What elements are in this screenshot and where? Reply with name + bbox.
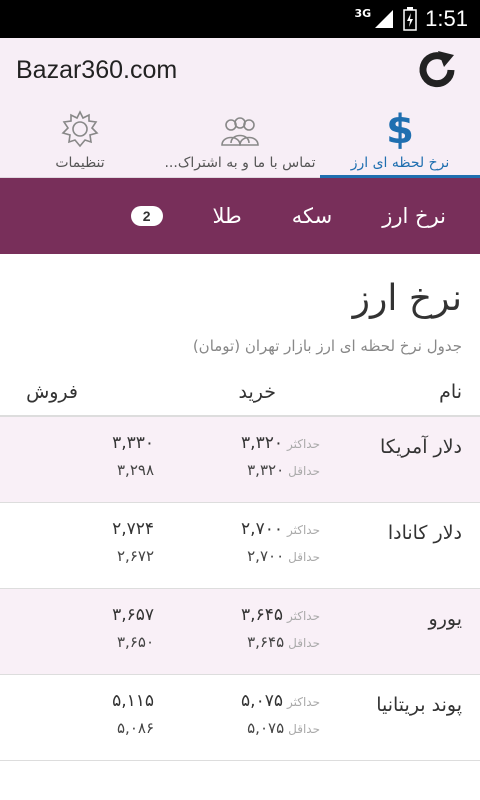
header-name: نام [439,381,462,403]
sell-cell: ۵,۱۱۵ ۵,۰۸۶ [0,675,190,760]
header-buy: خرید [238,381,277,403]
buy-max: ۳,۳۲۰ [241,433,283,453]
sell-cell: ۳,۳۳۰ ۳,۲۹۸ [0,417,190,502]
sell-cell: ۳,۶۵۷ ۳,۶۵۰ [0,589,190,674]
buy-cell: حداکثر ۳,۶۴۵ حداقل ۳,۶۴۵ [190,589,320,674]
min-label: حداقل [288,722,320,736]
min-label: حداقل [288,464,320,478]
sell-max: ۳,۳۳۰ [112,433,154,453]
max-label: حداکثر [286,695,320,709]
buy-cell: حداکثر ۵,۰۷۵ حداقل ۵,۰۷۵ [190,675,370,760]
tab-label: تنظیمات [55,155,105,171]
sell-max: ۵,۱۱۵ [112,691,154,711]
sell-min: ۳,۶۵۰ [117,633,154,651]
min-label: حداقل [288,550,320,564]
sell-max: ۳,۶۵۷ [112,605,154,625]
rates-table: دلار آمریکا حداکثر ۳,۳۲۰ حداقل ۳,۳۲۰ ۳,۳۳۰… [0,417,480,761]
count-badge: 2 [130,206,163,226]
page-title: نرخ ارز [352,278,462,319]
table-row[interactable]: یورو حداکثر ۳,۶۴۵ حداقل ۳,۶۴۵ ۳,۶۵۷ ۳,۶۵۰ [0,589,480,675]
refresh-icon[interactable] [416,49,458,91]
category-coin[interactable]: سکه [292,204,332,228]
people-icon [221,117,259,146]
min-label: حداقل [288,636,320,650]
category-bar: نرخ ارز سکه طلا 2 [0,178,480,254]
max-label: حداکثر [286,437,320,451]
buy-min: ۵,۰۷۵ [247,719,285,737]
app-bar: Bazar360.com [0,38,480,102]
dollar-icon: $ [386,107,414,149]
currency-name: دلار کانادا [387,522,462,544]
table-header: نام خرید فروش [0,369,480,417]
buy-min: ۲,۷۰۰ [247,547,285,565]
buy-cell: حداکثر ۳,۳۲۰ حداقل ۳,۳۲۰ [190,417,320,502]
max-label: حداکثر [286,523,320,537]
gear-icon [61,110,99,148]
tab-label: ...تماس با ما و به اشتراک [164,155,316,171]
category-currency[interactable]: نرخ ارز [382,204,446,228]
network-type: 3G [354,6,372,20]
currency-name: پوند بریتانیا [376,694,462,716]
clock: 1:51 [425,6,468,31]
tab-contact-share[interactable]: ...تماس با ما و به اشتراک [160,102,320,177]
max-label: حداکثر [286,609,320,623]
tab-currency-rates[interactable]: $ نرخ لحظه ای ارز [320,102,480,178]
table-row[interactable]: دلار کانادا حداکثر ۲,۷۰۰ حداقل ۲,۷۰۰ ۲,۷۲۴… [0,503,480,589]
table-row[interactable]: دلار آمریکا حداکثر ۳,۳۲۰ حداقل ۳,۳۲۰ ۳,۳۳۰… [0,417,480,503]
buy-cell: حداکثر ۲,۷۰۰ حداقل ۲,۷۰۰ [190,503,320,588]
currency-name: دلار آمریکا [379,436,462,458]
signal-icon [375,10,394,28]
sell-min: ۵,۰۸۶ [117,719,154,737]
buy-min: ۳,۶۴۵ [247,633,285,651]
header-sell: فروش [26,381,78,403]
tab-settings[interactable]: تنظیمات [0,102,160,177]
sell-min: ۲,۶۷۲ [117,547,154,565]
sell-min: ۳,۲۹۸ [117,461,154,479]
sell-cell: ۲,۷۲۴ ۲,۶۷۲ [0,503,190,588]
status-bar: 3G 1:51 [0,0,480,38]
category-gold[interactable]: طلا [213,204,242,228]
main-content: نرخ ارز جدول نرخ لحظه ای ارز بازار تهران… [0,278,480,355]
buy-max: ۲,۷۰۰ [241,519,283,539]
table-row[interactable]: پوند بریتانیا حداکثر ۵,۰۷۵ حداقل ۵,۰۷۵ ۵,۱… [0,675,480,761]
buy-max: ۵,۰۷۵ [241,691,283,711]
currency-name: یورو [428,608,462,630]
battery-icon [403,7,417,31]
buy-min: ۳,۳۲۰ [247,461,285,479]
tab-label: نرخ لحظه ای ارز [350,155,450,171]
app-title: Bazar360.com [16,55,178,84]
buy-max: ۳,۶۴۵ [241,605,283,625]
page-subtitle: جدول نرخ لحظه ای ارز بازار تهران (تومان) [192,337,462,355]
svg-text:$: $ [386,107,414,149]
tab-bar: $ نرخ لحظه ای ارز ...تماس با ما و به اشت… [0,102,480,178]
sell-max: ۲,۷۲۴ [112,519,154,539]
